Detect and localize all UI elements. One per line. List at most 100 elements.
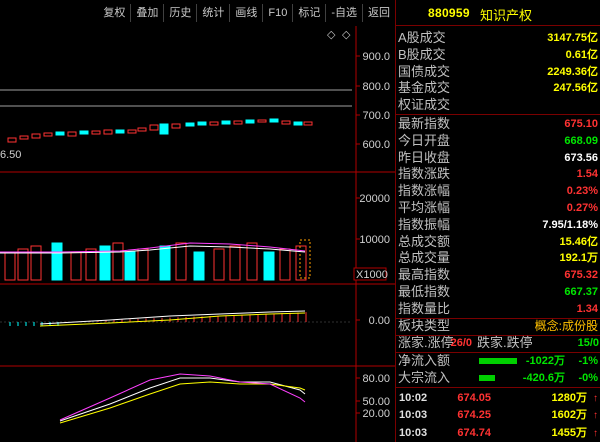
flow-row: 净流入额 -1022万 -1%: [396, 353, 600, 370]
stock-terminal-window: 复权 叠加 历史 统计 画线 F10 标记 -自选 返回 900.0 800.0 7…: [0, 0, 600, 442]
price-axis-label: 700.0: [362, 110, 390, 122]
statistics-button[interactable]: 统计: [196, 4, 229, 22]
price-axis-label: 900.0: [362, 51, 390, 63]
stat-row: 昨日收盘 673.56: [396, 150, 600, 167]
stat-label: 指数振幅: [398, 216, 451, 232]
history-button[interactable]: 历史: [163, 4, 196, 22]
turnover-label: A股成交: [398, 30, 446, 45]
low-price-label: 6.50: [0, 149, 21, 161]
turnover-label: 国债成交: [398, 63, 451, 79]
tick-time: 10:03: [399, 409, 428, 422]
volume-bar: [263, 251, 275, 281]
stat-row: 最高指数 675.32: [396, 267, 600, 284]
sector-row[interactable]: 板块类型 概念:成份股: [396, 318, 600, 335]
stat-label: 最新指数: [398, 116, 451, 131]
up-arrow-icon: ↑: [593, 427, 598, 439]
turnover-value: 2249.36亿: [547, 65, 598, 78]
remove-watchlist-button[interactable]: -自选: [325, 4, 362, 22]
kdj-axis-label: 20.00: [362, 408, 390, 420]
kline-candle: [233, 120, 243, 125]
turnover-label: 基金成交: [398, 80, 451, 96]
back-button[interactable]: 返回: [362, 4, 395, 22]
f10-button[interactable]: F10: [262, 4, 292, 22]
flow-bar: [479, 358, 517, 364]
stat-value: 7.95/1.18%: [542, 218, 598, 231]
draw-line-button[interactable]: 画线: [229, 4, 262, 22]
money-flow-section: 净流入额 -1022万 -1% 大宗流入 -420.6万 -0%: [396, 353, 600, 388]
stat-row: 今日开盘 668.09: [396, 133, 600, 150]
stat-value: 0.23%: [566, 185, 598, 198]
stat-value: 0.27%: [566, 201, 598, 214]
index-stats-section: 最新指数 675.10 今日开盘 668.09 昨日收盘 673.56 指数涨跌 1.5…: [396, 116, 600, 319]
turnover-section: A股成交 3147.75亿 B股成交 0.61亿 国债成交 2249.36亿 基金成交…: [396, 30, 600, 115]
turnover-row: 基金成交 247.56亿: [396, 80, 600, 97]
kline-candle: [137, 127, 147, 132]
panel-title-bar: 880959 知识产权: [396, 0, 600, 26]
up-arrow-icon: ↑: [593, 393, 598, 404]
tick-time: 10:03: [399, 426, 428, 439]
stat-label: 指数量比: [398, 300, 451, 316]
volume-bar: [159, 245, 171, 281]
kline-candle: [245, 119, 255, 124]
kline-candle: [43, 132, 53, 137]
kline-candle: [115, 129, 125, 134]
stat-value: 1.54: [576, 168, 598, 181]
kline-chart-area[interactable]: 900.0 800.0 700.0 600.0 ◇ ◇ 6.50 20000 10000 X100…: [0, 26, 395, 442]
volume-axis-label: 20000: [359, 193, 390, 205]
tick-volume: 1602万: [551, 409, 587, 422]
stat-label: 指数涨跌: [398, 166, 451, 182]
mark-button[interactable]: 标记: [292, 4, 325, 22]
stat-value: 15.46亿: [559, 235, 598, 248]
kline-candle: [79, 130, 89, 135]
sector-type-section: 板块类型 概念:成份股: [396, 318, 600, 336]
kline-candle: [19, 135, 29, 140]
tick-price: 674.05: [457, 392, 491, 404]
stat-value: 668.09: [564, 134, 598, 147]
kline-chart-svg: 900.0 800.0 700.0 600.0 ◇ ◇ 6.50 20000 10000 X100…: [0, 26, 395, 442]
kdj-axis-label: 50.00: [362, 396, 390, 408]
flow-label: 大宗流入: [398, 369, 451, 385]
turnover-row: A股成交 3147.75亿: [396, 30, 600, 47]
diamond-icon: ◇: [342, 29, 351, 41]
kline-candle: [281, 120, 291, 125]
volume-bar: [51, 242, 63, 281]
restore-rights-button[interactable]: 复权: [98, 4, 130, 22]
kdj-j-line: [59, 373, 306, 421]
tick-volume: 1455万: [551, 426, 587, 439]
kline-candle: [159, 123, 169, 135]
tick-time: 10:02: [399, 392, 428, 404]
stat-row: 总成交额 15.46亿: [396, 234, 600, 251]
index-name: 知识产权: [480, 8, 533, 23]
overlay-button[interactable]: 叠加: [130, 4, 163, 22]
kdj-axis-label: 80.00: [362, 373, 390, 385]
tick-list: 10:02 674.05 1280万 ↑ 10:03 674.25 1602万 …: [396, 390, 600, 442]
turnover-label: B股成交: [398, 46, 446, 62]
turnover-row: 国债成交 2249.36亿: [396, 64, 600, 81]
kline-candle: [185, 122, 195, 127]
stat-label: 指数涨幅: [398, 183, 451, 199]
kline-candle: [303, 121, 313, 126]
chart-toolbar: 复权 叠加 历史 统计 画线 F10 标记 -自选 返回: [0, 0, 395, 26]
tick-price: 674.74: [457, 426, 491, 439]
flow-label: 净流入额: [398, 353, 451, 368]
kline-candle: [7, 137, 17, 143]
turnover-value: 247.56亿: [553, 82, 598, 95]
kline-candle: [293, 121, 303, 126]
stat-value: 192.1万: [559, 252, 598, 265]
turnover-row: B股成交 0.61亿: [396, 47, 600, 64]
kline-candle: [127, 129, 137, 134]
decliners-value: 15/0: [577, 337, 599, 349]
volume-unit-label: X1000: [356, 269, 388, 281]
sector-label: 板块类型: [398, 318, 451, 333]
stat-row: 最低指数 667.37: [396, 284, 600, 301]
kline-candle: [67, 131, 77, 137]
flow-value: -420.6万: [522, 371, 565, 384]
turnover-row: 权证成交: [396, 97, 600, 114]
diamond-icon: ◇: [327, 29, 336, 41]
quote-panel: 880959 知识产权 A股成交 3147.75亿 B股成交 0.61亿 国债成交 2…: [395, 0, 600, 442]
volume-bar: [85, 248, 97, 281]
stat-value: 667.37: [564, 285, 598, 298]
stat-label: 总成交量: [398, 250, 451, 266]
stat-value: 675.10: [564, 118, 598, 130]
flow-pct: -0%: [578, 371, 598, 384]
